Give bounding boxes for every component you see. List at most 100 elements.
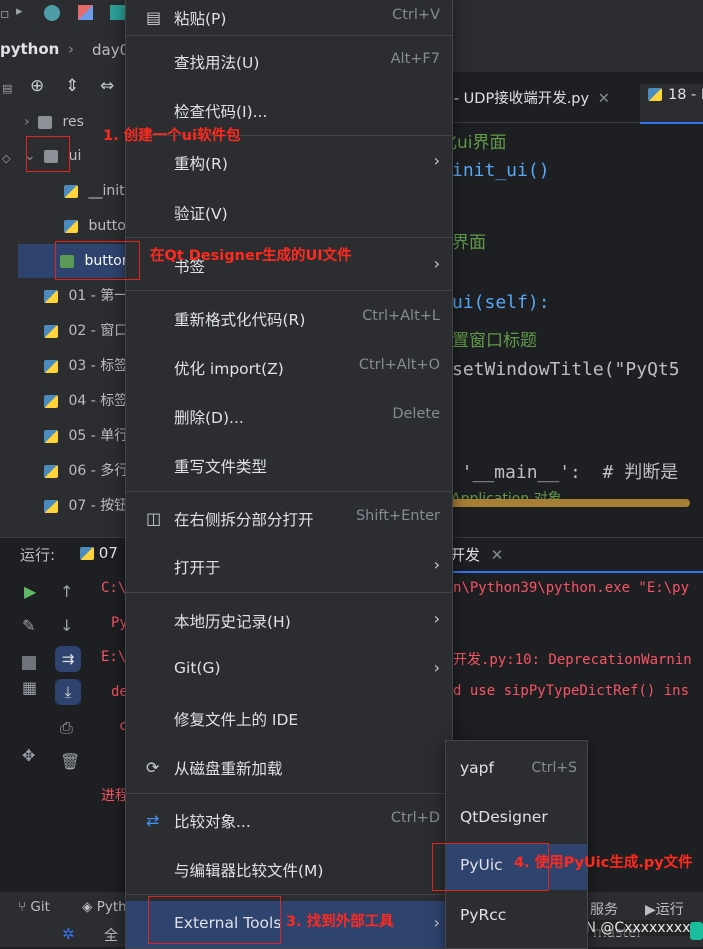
project-label[interactable]: python [0, 40, 59, 58]
run-tab-right[interactable]: 开发 ✕ [450, 544, 503, 565]
menu-item-reformat-code[interactable]: 重新格式化代码(R) Ctrl+Alt+L [126, 298, 452, 338]
nav-icon[interactable]: ▸ [16, 4, 23, 19]
services-button[interactable]: 服务 [590, 899, 618, 919]
menu-item-local-history[interactable]: 本地历史记录(H) › [126, 600, 452, 640]
annotation-box-ui-file [55, 241, 140, 280]
terminal-icon[interactable] [110, 5, 125, 20]
breadcrumb[interactable]: day0 [92, 41, 129, 59]
arrow-down-icon[interactable]: ↓ [60, 616, 73, 635]
soft-wrap-icon[interactable]: ⇉ [55, 646, 81, 672]
annotation-qt-file: 在Qt Designer生成的UI文件 [150, 248, 352, 264]
submenu-item-pyrcc[interactable]: PyRcc [446, 898, 587, 938]
run-tab[interactable]: 07 [80, 544, 118, 562]
menu-item-compare-with[interactable]: ⇄ 比较对象... Ctrl+D [126, 800, 452, 840]
close-icon[interactable]: ✕ [598, 91, 610, 107]
python-file-icon [80, 547, 94, 560]
window-icon[interactable]: ▫ [0, 6, 10, 22]
status-text: 全 [104, 928, 118, 944]
theme-icon[interactable] [78, 5, 93, 20]
menu-separator [126, 35, 452, 36]
paste-icon: ▤ [146, 8, 162, 27]
python-icon: ◈ [82, 899, 97, 915]
menu-item-find-usages[interactable]: 查找用法(U) Alt+F7 [126, 41, 452, 81]
chevron-right-icon: › [433, 555, 440, 574]
menu-item-repair-ide[interactable]: 修复文件上的 IDE [126, 698, 452, 738]
output-line: n\Python39\python.exe "E:\py [453, 580, 690, 596]
locate-icon[interactable]: ⊕ [30, 76, 44, 96]
tree-item-init[interactable]: __init [64, 177, 125, 205]
annotation-box-external-tools [148, 896, 281, 944]
arrow-up-icon[interactable]: ↑ [60, 582, 73, 601]
tree-item-03[interactable]: 03 - 标签 [44, 352, 128, 380]
annotation-step3: 3. 找到外部工具 [286, 914, 394, 930]
layout-icon[interactable]: ▦ [22, 678, 37, 697]
breadcrumb-separator-icon: › [68, 40, 74, 58]
menu-separator [126, 491, 452, 492]
menu-item-open-in[interactable]: 打开于 › [126, 546, 452, 586]
tree-item-07[interactable]: 07 - 按钮 [44, 492, 128, 520]
expand-all-icon[interactable]: ⇕ [65, 76, 79, 96]
left-tool-strip: ▤ ◇ [0, 72, 19, 542]
menu-item-optimize-imports[interactable]: 优化 import(Z) Ctrl+Alt+O [126, 347, 452, 387]
menu-item-refactor[interactable]: 重构(R) › [126, 142, 452, 182]
menu-item-reload-from-disk[interactable]: ⟳ 从磁盘重新加载 [126, 747, 452, 787]
menu-item-open-split-right[interactable]: ◫ 在右侧拆分部分打开 Shift+Enter [126, 498, 452, 538]
reload-icon: ⟳ [146, 758, 160, 777]
rerun-icon[interactable]: ▶ [24, 582, 36, 601]
scroll-to-end-icon[interactable]: ⤓ [55, 679, 81, 705]
plugin-icon[interactable] [44, 5, 60, 21]
print-icon[interactable]: ⎙ [60, 718, 73, 738]
compare-icon: ⇄ [146, 811, 160, 830]
collapse-all-icon[interactable]: ⇔ [100, 76, 114, 96]
trash-icon[interactable]: 🗑 [60, 752, 80, 771]
menu-item-override-file-type[interactable]: 重写文件类型 [126, 445, 452, 485]
output-line: 开发.py:10: DeprecationWarnin [453, 652, 692, 668]
python-file-icon [44, 429, 58, 443]
menu-item-git[interactable]: Git(G) › [126, 649, 452, 689]
python-file-icon [44, 324, 58, 338]
menu-item-compare-with-editor[interactable]: 与编辑器比较文件(M) [126, 849, 452, 889]
editor-tab-bar: 7 - UDP接收端开发.py ✕ 18 - P [440, 72, 703, 124]
python-tool-button[interactable]: ◈ Pyth [82, 899, 127, 915]
git-tool-button[interactable]: ⑂ Git [18, 899, 50, 915]
python-file-icon [44, 359, 58, 373]
project-tool-icon[interactable]: ▤ [2, 82, 12, 95]
menu-separator [126, 237, 452, 238]
menu-item-paste[interactable]: ▤ 粘贴(P) Ctrl+V [126, 0, 452, 37]
output-line: E:\ [101, 649, 127, 665]
run-tool-button[interactable]: ▶运行 [645, 899, 684, 919]
stop-icon[interactable] [22, 656, 36, 670]
pin-icon[interactable]: ✥ [22, 746, 35, 765]
tab-udp[interactable]: 7 - UDP接收端开发.py ✕ [440, 87, 610, 108]
tree-item-01[interactable]: 01 - 第一 [44, 282, 128, 310]
tab-indicator [445, 571, 703, 573]
tab-active[interactable]: 18 - P [640, 84, 703, 124]
code-editor[interactable]: 7 - UDP接收端开发.py ✕ 18 - P 化ui界面 init_ui()… [440, 72, 703, 512]
tree-item-05[interactable]: 05 - 单行 [44, 422, 128, 450]
menu-separator [126, 894, 452, 895]
code-line: 界面 [452, 233, 486, 253]
code-line: setWindowTitle("PyQt5 [452, 359, 680, 380]
horizontal-scrollbar[interactable] [440, 499, 690, 507]
output-line: C:\ [101, 580, 127, 596]
chevron-right-icon: › [433, 913, 440, 932]
tree-item-04[interactable]: 04 - 标签 [44, 387, 128, 415]
python-file-icon [64, 219, 78, 233]
submenu-item-qtdesigner[interactable]: QtDesigner [446, 800, 587, 840]
annotation-step1: 1. 创建一个ui软件包 [103, 128, 241, 144]
chevron-right-icon: › [433, 151, 440, 170]
commit-tool-icon[interactable]: ◇ [2, 152, 10, 165]
close-icon[interactable]: ✕ [491, 546, 504, 564]
menu-item-validate[interactable]: 验证(V) [126, 192, 452, 232]
output-line: d use sipPyTypeDictRef() ins [453, 683, 690, 699]
menu-item-delete[interactable]: 删除(D)... Delete [126, 396, 452, 436]
tree-item-02[interactable]: 02 - 窗口 [44, 317, 128, 345]
tree-item-06[interactable]: 06 - 多行 [44, 457, 128, 485]
wrench-icon[interactable]: ✎ [22, 616, 35, 635]
notification-icon[interactable] [690, 922, 703, 940]
tree-item-res[interactable]: › res [24, 108, 84, 136]
submenu-item-yapf[interactable]: yapf Ctrl+S [446, 751, 587, 791]
git-icon: ⑂ [18, 899, 31, 915]
tree-item-button-py[interactable]: buttor [64, 212, 132, 240]
run-icon: ▶ [645, 902, 656, 918]
